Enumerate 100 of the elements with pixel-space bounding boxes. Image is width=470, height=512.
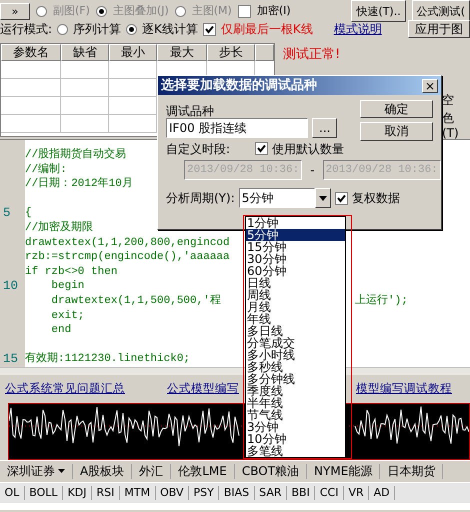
checkbox-label: 使用默认数量 bbox=[272, 142, 344, 156]
radio-button[interactable] bbox=[126, 24, 138, 34]
dropdown-item[interactable]: 5分钟 bbox=[246, 229, 345, 241]
column-header[interactable]: 缺省 bbox=[61, 44, 109, 61]
indicator-tab[interactable]: AD bbox=[369, 486, 396, 500]
radio-label: 主图(M) bbox=[192, 4, 232, 18]
indicator-tab[interactable]: BBI bbox=[287, 486, 316, 500]
dropdown-item[interactable]: 分笔成交 bbox=[246, 337, 345, 349]
table-cell bbox=[109, 61, 157, 79]
indicator-tab[interactable]: RSI bbox=[92, 486, 120, 500]
indicator-tab[interactable]: KDJ bbox=[63, 486, 92, 500]
market-tab[interactable]: CBOT粮油 bbox=[234, 464, 308, 479]
market-tab[interactable]: 外汇 bbox=[132, 464, 172, 479]
ok-button[interactable]: 确定 bbox=[360, 100, 433, 118]
indicator-tab[interactable]: OL bbox=[0, 486, 25, 500]
dropdown-item[interactable]: 节气线 bbox=[246, 409, 345, 421]
radio-button[interactable] bbox=[36, 6, 47, 16]
radio-label: 逐K线计算 bbox=[142, 22, 198, 36]
line-number: 10 bbox=[3, 279, 18, 294]
indicator-tab[interactable]: BIAS bbox=[219, 486, 255, 500]
radio-button[interactable] bbox=[174, 6, 186, 16]
test-status: 测试正常! bbox=[283, 47, 340, 63]
indicator-tab[interactable]: SAR bbox=[254, 486, 288, 500]
indicator-tab[interactable]: VR bbox=[344, 486, 370, 500]
code-line: rzb:=strcmp(engincode(),'aaaaaa bbox=[25, 251, 230, 264]
dropdown-item[interactable]: 多小时线 bbox=[246, 349, 345, 361]
more-button[interactable]: » bbox=[0, 2, 30, 20]
radio-label: 副图(F) bbox=[53, 4, 90, 18]
dialog-title: 选择要加载数据的调试品种 bbox=[161, 78, 317, 94]
toolbar-button[interactable]: 快速(T).. bbox=[351, 0, 406, 22]
help-link[interactable]: 公式系统常见问题汇总 bbox=[5, 381, 125, 396]
dropdown-item[interactable]: 半年线 bbox=[246, 397, 345, 409]
checkbox-label: 加密(I) bbox=[256, 4, 291, 18]
column-header[interactable]: 最大 bbox=[157, 44, 207, 61]
dropdown-item[interactable]: 季度线 bbox=[246, 385, 345, 397]
dropdown-item[interactable]: 周线 bbox=[246, 289, 345, 301]
dropdown-item[interactable]: 10分钟 bbox=[246, 433, 345, 445]
dropdown-item[interactable]: 30分钟 bbox=[246, 253, 345, 265]
field-label: 自定义时段: bbox=[166, 142, 232, 156]
range-dash: - bbox=[310, 162, 315, 178]
checkbox[interactable] bbox=[334, 192, 348, 205]
column-header[interactable]: 步长 bbox=[207, 44, 255, 61]
line-number: 5 bbox=[3, 206, 11, 220]
dropdown-item[interactable]: 多日线 bbox=[246, 325, 345, 337]
code-line: //编制: bbox=[25, 164, 67, 176]
code-line: //日期：2012年10月 bbox=[25, 178, 133, 190]
checkbox[interactable] bbox=[255, 142, 268, 156]
market-tab[interactable]: 深圳证券 bbox=[0, 464, 73, 479]
scrollbar[interactable] bbox=[255, 44, 274, 61]
symbol-field[interactable]: IF00 股指连续 bbox=[166, 118, 308, 138]
dropdown-item[interactable]: 月线 bbox=[246, 301, 345, 313]
market-tab[interactable]: 伦敦LME bbox=[171, 464, 235, 479]
code-line: drawtextex(1,1,200,800,engincod bbox=[25, 236, 230, 249]
mode-help-link[interactable]: 模式说明 bbox=[334, 22, 382, 36]
table-cell bbox=[61, 79, 109, 97]
toolbar-button[interactable]: 公式测试( bbox=[412, 0, 470, 22]
radio-label: 主图叠加(J) bbox=[112, 4, 169, 18]
caret-icon[interactable] bbox=[58, 469, 65, 474]
column-header[interactable]: 最小 bbox=[109, 44, 157, 61]
market-tab[interactable]: NYME能源 bbox=[307, 464, 380, 479]
browse-button[interactable]: ... bbox=[312, 118, 338, 138]
radio-button[interactable] bbox=[57, 24, 68, 34]
dropdown-item[interactable]: 15分钟 bbox=[246, 241, 345, 253]
market-tab[interactable]: 日本期货 bbox=[380, 464, 444, 479]
code-line: end bbox=[50, 324, 72, 336]
indicator-tab[interactable]: PSY bbox=[189, 486, 220, 500]
dropdown-item[interactable]: 3分钟 bbox=[246, 421, 345, 433]
code-line: { bbox=[25, 207, 32, 220]
dropdown-item[interactable]: 1分钟 bbox=[246, 217, 345, 229]
panel-label: 空 bbox=[442, 93, 455, 108]
dropdown-item[interactable]: 60分钟 bbox=[246, 265, 345, 277]
table-cell bbox=[1, 97, 61, 115]
code-line: begin bbox=[50, 280, 84, 292]
market-tab[interactable]: A股板块 bbox=[73, 464, 132, 479]
checkbox[interactable] bbox=[238, 4, 251, 18]
close-button[interactable]: × bbox=[422, 78, 438, 92]
dropdown-item[interactable]: 多分钟线 bbox=[246, 373, 345, 385]
checkbox-label: 仅刷最后一根K线 bbox=[220, 22, 313, 36]
radio-button[interactable] bbox=[96, 6, 107, 16]
dropdown-item[interactable]: 日线 bbox=[246, 277, 345, 289]
apply-button[interactable]: 应用于图 bbox=[408, 20, 470, 38]
code-line: exit; bbox=[50, 310, 84, 322]
dropdown-item[interactable]: 年线 bbox=[246, 313, 345, 325]
checkbox[interactable] bbox=[202, 22, 216, 36]
indicator-tab[interactable]: BOLL bbox=[24, 486, 64, 500]
code-line: 上运行'); bbox=[355, 294, 408, 309]
column-header[interactable]: 参数名 bbox=[1, 44, 61, 61]
cancel-button[interactable]: 取消 bbox=[360, 122, 433, 141]
panel-label: 色(T) bbox=[442, 111, 460, 140]
help-link[interactable]: 公式模型编写 bbox=[167, 381, 239, 396]
code-line: //股指期货自动交易 bbox=[25, 149, 126, 161]
dropdown-item[interactable]: 多秒线 bbox=[246, 361, 345, 373]
indicator-tab[interactable]: OBV bbox=[156, 486, 189, 500]
help-link[interactable]: 模型编写调试教程 bbox=[356, 381, 452, 396]
code-line: if rzb<>0 then bbox=[25, 266, 118, 278]
table-cell bbox=[61, 61, 109, 79]
indicator-tab[interactable]: MTM bbox=[120, 486, 156, 500]
indicator-tab[interactable]: CCI bbox=[315, 486, 344, 500]
dropdown-item[interactable]: 多笔线 bbox=[246, 445, 345, 457]
table-cell bbox=[1, 61, 61, 79]
